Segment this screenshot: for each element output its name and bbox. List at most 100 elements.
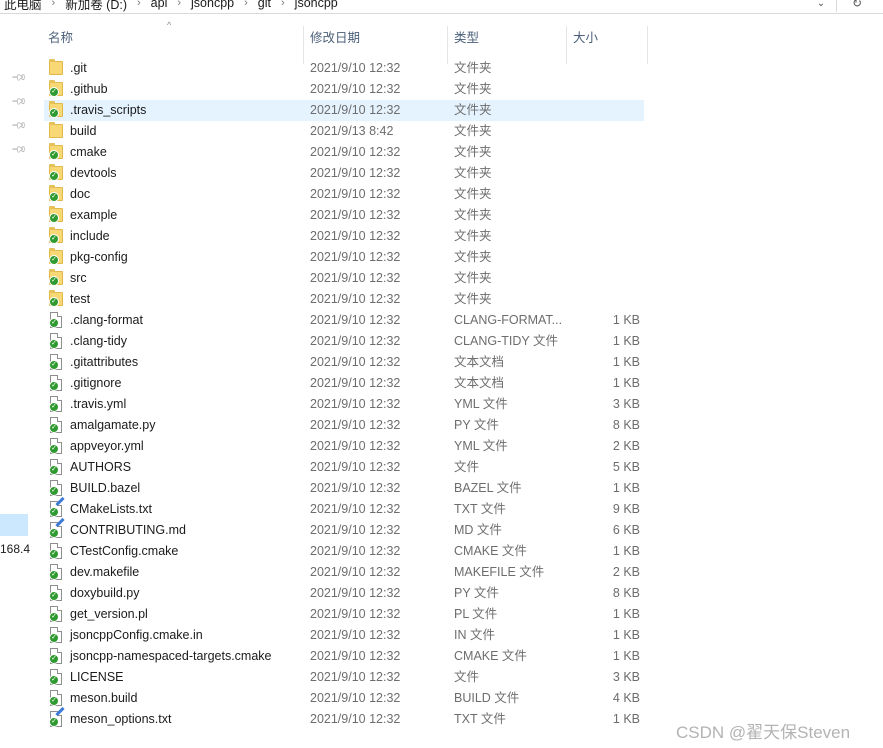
file-type: 文件夹 bbox=[454, 145, 492, 159]
sync-status-icon: ✓ bbox=[49, 87, 59, 97]
file-type: 文件夹 bbox=[454, 292, 492, 306]
file-type: 文件夹 bbox=[454, 166, 492, 180]
breadcrumb-item[interactable]: jsoncpp bbox=[187, 0, 238, 10]
list-item[interactable]: ✓ .github 2021/9/10 12:32 文件夹 bbox=[44, 79, 644, 100]
chevron-right-icon[interactable]: › bbox=[238, 0, 254, 9]
file-type: MD 文件 bbox=[454, 523, 502, 537]
file-name: doc bbox=[70, 187, 91, 201]
column-divider[interactable] bbox=[647, 26, 648, 64]
pin-icon[interactable]: 📌︎ bbox=[10, 70, 27, 87]
list-item[interactable]: ✓ test 2021/9/10 12:32 文件夹 bbox=[44, 289, 644, 310]
list-item[interactable]: ✓ jsoncppConfig.cmake.in 2021/9/10 12:32 IN… bbox=[44, 625, 644, 646]
file-date: 2021/9/10 12:32 bbox=[310, 187, 401, 201]
sync-status-icon: ✓ bbox=[49, 696, 59, 706]
nav-item-label[interactable]: 168.4 bbox=[0, 540, 30, 558]
list-item[interactable]: ✓ amalgamate.py 2021/9/10 12:32 PY 文件 8 KB bbox=[44, 415, 644, 436]
list-item[interactable]: ✓ get_version.pl 2021/9/10 12:32 PL 文件 1 KB bbox=[44, 604, 644, 625]
list-item[interactable]: ✓ .gitignore 2021/9/10 12:32 文本文档 1 KB bbox=[44, 373, 644, 394]
chevron-right-icon[interactable]: › bbox=[46, 0, 62, 9]
file-icon: ✓ bbox=[49, 543, 65, 559]
list-item[interactable]: ✓ src 2021/9/10 12:32 文件夹 bbox=[44, 268, 644, 289]
list-item[interactable]: ✓ CMakeLists.txt 2021/9/10 12:32 TXT 文件 9 KB bbox=[44, 496, 644, 520]
file-size: 5 KB bbox=[612, 460, 640, 474]
file-size: 1 KB bbox=[612, 355, 640, 369]
list-item[interactable]: ✓ dev.makefile 2021/9/10 12:32 MAKEFILE 文件 2… bbox=[44, 562, 644, 583]
breadcrumb-item[interactable]: jsoncpp bbox=[291, 0, 342, 10]
file-name: doxybuild.py bbox=[70, 586, 140, 600]
file-name: jsoncpp-namespaced-targets.cmake bbox=[70, 649, 272, 663]
sync-status-icon: ✓ bbox=[49, 402, 59, 412]
address-bar[interactable]: 此电脑 › 新加卷 (D:) › api › jsoncpp › git › j… bbox=[0, 0, 883, 14]
column-name[interactable]: 名称 bbox=[42, 14, 303, 51]
list-item[interactable]: ✓ .travis.yml 2021/9/10 12:32 YML 文件 3 KB bbox=[44, 394, 644, 415]
file-name: appveyor.yml bbox=[70, 439, 144, 453]
list-item[interactable]: .git 2021/9/10 12:32 文件夹 bbox=[44, 58, 644, 79]
file-size: 3 KB bbox=[612, 397, 640, 411]
file-date: 2021/9/10 12:32 bbox=[310, 355, 401, 369]
chevron-down-icon[interactable]: ⌄ bbox=[806, 0, 836, 12]
file-type: 文件夹 bbox=[454, 82, 492, 96]
list-item[interactable]: ✓ cmake 2021/9/10 12:32 文件夹 bbox=[44, 142, 644, 163]
list-item[interactable]: ✓ include 2021/9/10 12:32 文件夹 bbox=[44, 226, 644, 247]
nav-selected-item[interactable] bbox=[0, 514, 28, 536]
breadcrumb-item[interactable]: 新加卷 (D:) bbox=[61, 0, 131, 13]
file-date: 2021/9/10 12:32 bbox=[310, 82, 401, 96]
list-item[interactable]: ✓ pkg-config 2021/9/10 12:32 文件夹 bbox=[44, 247, 644, 268]
list-item[interactable]: ✓ AUTHORS 2021/9/10 12:32 文件 5 KB bbox=[44, 457, 644, 478]
file-name: src bbox=[70, 271, 87, 285]
sync-status-icon: ✓ bbox=[49, 255, 59, 265]
file-size: 1 KB bbox=[612, 628, 640, 642]
pin-icon[interactable]: 📌︎ bbox=[10, 118, 27, 135]
file-name: build bbox=[70, 124, 97, 138]
breadcrumb-item[interactable]: git bbox=[254, 0, 275, 10]
file-size: 6 KB bbox=[612, 523, 640, 537]
file-name: include bbox=[70, 229, 110, 243]
column-type[interactable]: 类型 bbox=[448, 14, 566, 51]
column-date[interactable]: 修改日期 bbox=[304, 14, 447, 51]
file-name: amalgamate.py bbox=[70, 418, 156, 432]
list-item[interactable]: ✓ doxybuild.py 2021/9/10 12:32 PY 文件 8 KB bbox=[44, 583, 644, 604]
file-name: .travis_scripts bbox=[70, 103, 147, 117]
list-item[interactable]: ✓ example 2021/9/10 12:32 文件夹 bbox=[44, 205, 644, 226]
list-item[interactable]: ✓ doc 2021/9/10 12:32 文件夹 bbox=[44, 184, 644, 205]
list-item[interactable]: ✓ LICENSE 2021/9/10 12:32 文件 3 KB bbox=[44, 667, 644, 688]
chevron-right-icon[interactable]: › bbox=[171, 0, 187, 9]
list-item[interactable]: ✓ .gitattributes 2021/9/10 12:32 文本文档 1 KB bbox=[44, 352, 644, 373]
sync-status-icon: ✓ bbox=[49, 717, 59, 727]
file-icon: ✓ bbox=[49, 396, 65, 412]
sync-status-icon: ✓ bbox=[49, 570, 59, 580]
file-name: dev.makefile bbox=[70, 565, 140, 579]
chevron-right-icon[interactable]: › bbox=[275, 0, 291, 9]
sync-status-icon: ✓ bbox=[49, 507, 59, 517]
pin-icon[interactable]: 📌︎ bbox=[10, 142, 27, 159]
column-size[interactable]: 大小 bbox=[567, 14, 647, 51]
file-type: CMAKE 文件 bbox=[454, 544, 527, 558]
breadcrumb-item[interactable]: api bbox=[147, 0, 172, 10]
chevron-right-icon[interactable]: › bbox=[131, 0, 147, 9]
file-name: CTestConfig.cmake bbox=[70, 544, 179, 558]
file-date: 2021/9/10 12:32 bbox=[310, 250, 401, 264]
file-name: LICENSE bbox=[70, 670, 124, 684]
file-date: 2021/9/10 12:32 bbox=[310, 376, 401, 390]
file-icon: ✓ bbox=[49, 690, 65, 706]
list-item[interactable]: ✓ meson.build 2021/9/10 12:32 BUILD 文件 4 KB bbox=[44, 688, 644, 709]
file-icon: ✓ bbox=[49, 375, 65, 391]
list-item[interactable]: ✓ BUILD.bazel 2021/9/10 12:32 BAZEL 文件 1 KB bbox=[44, 478, 644, 499]
pin-icon[interactable]: 📌︎ bbox=[10, 94, 27, 111]
breadcrumb: 此电脑 › 新加卷 (D:) › api › jsoncpp › git › j… bbox=[0, 0, 342, 12]
refresh-icon[interactable]: ↻ bbox=[837, 0, 877, 12]
list-item[interactable]: ✓ appveyor.yml 2021/9/10 12:32 YML 文件 2 KB bbox=[44, 436, 644, 457]
list-item[interactable]: ✓ .clang-format 2021/9/10 12:32 CLANG-FORMA… bbox=[44, 310, 644, 331]
list-item[interactable]: ✓ devtools 2021/9/10 12:32 文件夹 bbox=[44, 163, 644, 184]
list-item[interactable]: build 2021/9/13 8:42 文件夹 bbox=[44, 121, 644, 142]
file-date: 2021/9/10 12:32 bbox=[310, 691, 401, 705]
list-item[interactable]: ✓ CTestConfig.cmake 2021/9/10 12:32 CMAKE 文… bbox=[44, 541, 644, 562]
list-item[interactable]: ✓ jsoncpp-namespaced-targets.cmake 2021/9/… bbox=[44, 646, 644, 667]
list-item[interactable]: ✓ meson_options.txt 2021/9/10 12:32 TXT 文件 1… bbox=[44, 706, 644, 730]
file-size: 1 KB bbox=[612, 607, 640, 621]
list-item[interactable]: ✓ CONTRIBUTING.md 2021/9/10 12:32 MD 文件 6 KB bbox=[44, 517, 644, 541]
breadcrumb-item[interactable]: 此电脑 bbox=[0, 0, 46, 13]
list-item-selected[interactable]: ✓ .travis_scripts 2021/9/10 12:32 文件夹 bbox=[44, 100, 644, 121]
file-type: 文本文档 bbox=[454, 376, 505, 390]
list-item[interactable]: ✓ .clang-tidy 2021/9/10 12:32 CLANG-TIDY 文件… bbox=[44, 331, 644, 352]
